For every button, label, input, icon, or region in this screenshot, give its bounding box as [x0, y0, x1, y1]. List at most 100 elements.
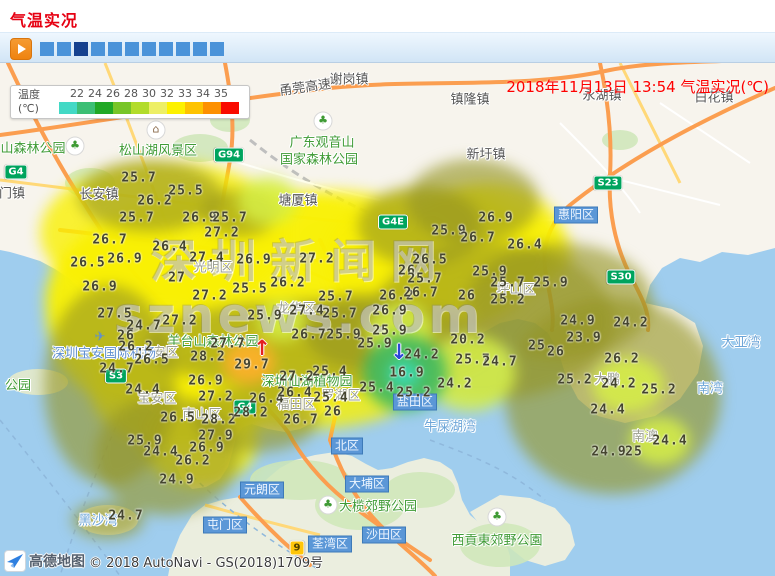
water-label: 大亚湾	[721, 332, 760, 351]
timestamp-label: 2018年11月13日 13:54 气温实况(℃)	[506, 76, 769, 97]
park-label: 山森林公园	[0, 138, 65, 157]
station-temperature: 26.4	[277, 386, 312, 401]
timeline-frame-11[interactable]	[210, 42, 224, 56]
high-marker-arrow-icon: ↑	[253, 336, 271, 360]
station-temperature: 24.2	[613, 316, 648, 331]
water-label: 牛屎湖湾	[424, 416, 476, 435]
station-temperature: 25.2	[490, 293, 525, 308]
station-temperature: 20.2	[450, 333, 485, 348]
station-temperature: 27.2	[299, 252, 334, 267]
station-temperature: 26.2	[604, 352, 639, 367]
station-temperature: 27.2	[192, 289, 227, 304]
weather-page: 气温实况	[0, 0, 775, 576]
tree-poi-icon: ♣	[488, 508, 507, 527]
water-label: 南湾	[697, 378, 723, 397]
station-temperature: 25.5	[232, 282, 267, 297]
tree-poi-icon: ♣	[66, 137, 85, 156]
legend-tick: 26	[106, 87, 120, 100]
station-temperature: 26.7	[460, 231, 495, 246]
station-temperature: 27	[168, 271, 186, 286]
amap-logo-text: 高德地图	[29, 551, 85, 571]
station-temperature: 24.9	[159, 473, 194, 488]
legend-swatch-6	[167, 102, 185, 114]
timeline-player-bar	[0, 32, 775, 63]
park-label: 公园	[5, 375, 31, 394]
station-temperature: 26.2	[175, 454, 210, 469]
timeline-frame-1[interactable]	[40, 42, 54, 56]
station-temperature: 28.2	[190, 350, 225, 365]
station-temperature: 26.5	[134, 353, 169, 368]
legend-tick: 33	[178, 87, 192, 100]
park-label: 松山湖风景区	[119, 140, 197, 159]
district-badge: 大埔区	[345, 476, 389, 493]
station-temperature: 26.9	[107, 252, 142, 267]
timeline-frame-4[interactable]	[91, 42, 105, 56]
legend-swatch-5	[149, 102, 167, 114]
timeline-frame-2[interactable]	[57, 42, 71, 56]
timeline-frame-10[interactable]	[193, 42, 207, 56]
station-temperature: 25.7	[121, 171, 156, 186]
station-temperature: 27.2	[162, 314, 197, 329]
station-temperature: 23.9	[566, 331, 601, 346]
town-label: 谢岗镇	[329, 69, 368, 88]
road-shield-S23: S23	[593, 176, 622, 191]
town-label: 门镇	[0, 183, 25, 202]
road-shield-G4E: G4E	[378, 215, 408, 230]
legend-swatch-8	[203, 102, 221, 114]
station-temperature: 25.9	[357, 337, 392, 352]
station-temperature: 24.2	[601, 377, 636, 392]
legend-swatch-0	[59, 102, 77, 114]
station-temperature: 26.5	[160, 411, 195, 426]
station-temperature: 26.9	[236, 253, 271, 268]
road-shield-G94: G94	[214, 148, 244, 163]
timeline-frame-3[interactable]	[74, 42, 88, 56]
station-temperature: 26.2	[137, 194, 172, 209]
station-temperature: 26.7	[403, 286, 438, 301]
town-label: 镇隆镇	[450, 89, 489, 108]
station-temperature: 24.4	[125, 383, 160, 398]
legend-tick: 32	[160, 87, 174, 100]
station-temperature: 27.2	[198, 390, 233, 405]
station-temperature: 24.2	[437, 377, 472, 392]
station-temperature: 25.4	[359, 381, 394, 396]
legend-swatch-9	[221, 102, 239, 114]
station-temperature: 25.7	[407, 272, 442, 287]
station-temperature: 24.9	[560, 314, 595, 329]
legend-swatch-7	[185, 102, 203, 114]
timeline-frame-6[interactable]	[125, 42, 139, 56]
timeline-frame-7[interactable]	[142, 42, 156, 56]
station-temperature: 26.5	[70, 256, 105, 271]
station-temperature: 24.4	[143, 445, 178, 460]
timeline-frame-8[interactable]	[159, 42, 173, 56]
road-shield-S30: S30	[606, 270, 635, 285]
header: 气温实况	[0, 0, 775, 32]
station-temperature: 24.7	[482, 355, 517, 370]
timeline-frame-9[interactable]	[176, 42, 190, 56]
station-temperature: 26	[547, 345, 565, 360]
station-temperature: 24.4	[590, 403, 625, 418]
station-temperature: 25.9	[533, 276, 568, 291]
timeline-frame-5[interactable]	[108, 42, 122, 56]
station-temperature: 25.7	[119, 211, 154, 226]
amap-logo-icon	[4, 550, 26, 572]
station-temperature: 16.9	[389, 366, 424, 381]
station-temperature: 26.9	[478, 211, 513, 226]
station-temperature: 27.4	[289, 304, 324, 319]
station-temperature: 28.2	[201, 413, 236, 428]
station-temperature: 25.7	[318, 290, 353, 305]
legend-tick: 30	[142, 87, 156, 100]
park-label: 大榄郊野公园	[339, 496, 417, 515]
play-button[interactable]	[10, 38, 32, 60]
legend-tick: 24	[88, 87, 102, 100]
temperature-map[interactable]: 深圳新闻网 sznews.com 山森林公园♣松山湖风景区⌂广东观音山♣国家森林…	[0, 63, 775, 576]
town-label: 长安镇	[79, 184, 118, 203]
legend-swatch-1	[77, 102, 95, 114]
station-temperature: 26.4	[507, 238, 542, 253]
station-temperature: 25.7	[212, 211, 247, 226]
district-badge: 沙田区	[362, 527, 406, 544]
district-badge: 屯门区	[203, 517, 247, 534]
station-temperature: 26.9	[188, 374, 223, 389]
legend-tick: 35	[214, 87, 228, 100]
station-temperature: 26.2	[270, 276, 305, 291]
park-label: 国家森林公园	[280, 149, 358, 168]
